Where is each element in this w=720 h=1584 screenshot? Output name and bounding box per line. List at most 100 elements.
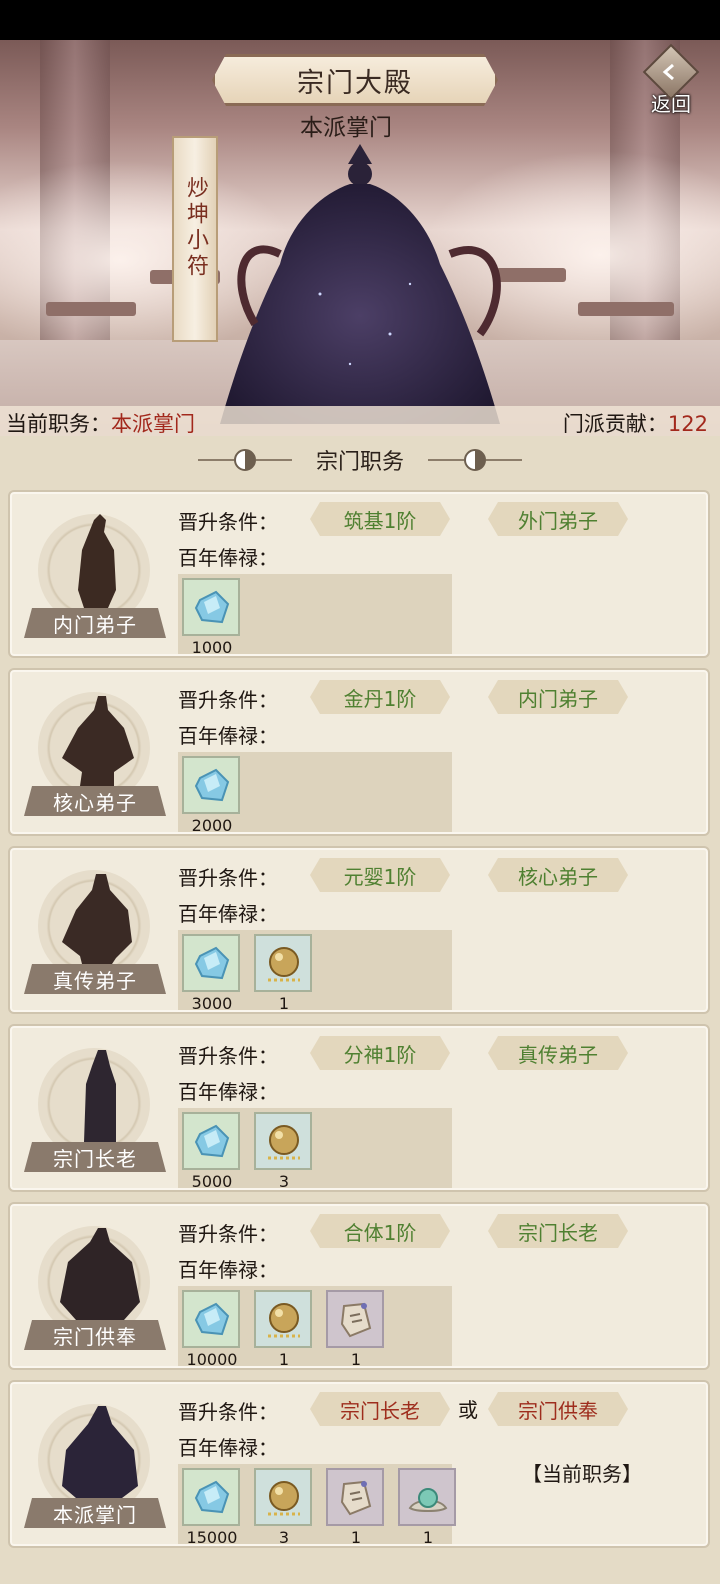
reward-item[interactable] xyxy=(326,1290,384,1348)
current-rank-value: 本派掌门 xyxy=(111,412,195,436)
rank-card: 真传弟子 晋升条件： 百年俸禄： 元婴1阶 核心弟子 3000 1 xyxy=(8,846,710,1014)
rank-nameplate: 本派掌门 xyxy=(24,1498,166,1528)
reward-quantity: 1 xyxy=(278,994,290,1013)
reward-quantity: 3 xyxy=(278,1172,290,1191)
rank-name: 核心弟子 xyxy=(53,790,137,815)
reward-quantity: 15000 xyxy=(186,1528,238,1547)
reward-item[interactable] xyxy=(182,1112,240,1170)
reward-item[interactable] xyxy=(254,1290,312,1348)
rank-card: 内门弟子 晋升条件： 百年俸禄： 筑基1阶 外门弟子 1000 xyxy=(8,490,710,658)
reward-quantity: 10000 xyxy=(186,1350,238,1369)
requirement-realm: 元婴1阶 xyxy=(310,858,450,892)
rank-card: 本派掌门 晋升条件： 百年俸禄： 宗门长老或宗门供奉 15000 3 1 1 【当前职务】 xyxy=(8,1380,710,1548)
promote-label: 晋升条件： xyxy=(178,1400,278,1424)
info-bar: 当前职务：本派掌门 门派贡献：122 xyxy=(0,406,720,436)
rank-nameplate: 真传弟子 xyxy=(24,964,166,994)
player-name: 炒坤小符 xyxy=(183,176,208,280)
requirement-realm: 分神1阶 xyxy=(310,1036,450,1070)
hall-title: 宗门大殿 xyxy=(297,67,413,99)
rank-name: 本派掌门 xyxy=(53,1502,137,1527)
rank-name: 宗门长老 xyxy=(53,1146,137,1171)
requirement-rank: 宗门供奉 xyxy=(488,1392,628,1426)
salary-label: 百年俸禄： xyxy=(178,724,278,748)
player-name-scroll: 炒坤小符 xyxy=(172,136,218,342)
yin-yang-icon xyxy=(233,449,256,471)
reward-item[interactable] xyxy=(254,1112,312,1170)
salary-rewards: 10000 1 1 xyxy=(178,1286,452,1369)
promote-label: 晋升条件： xyxy=(178,510,278,534)
requirement-realm: 合体1阶 xyxy=(310,1214,450,1248)
rank-nameplate: 宗门长老 xyxy=(24,1142,166,1172)
reward-item[interactable] xyxy=(182,934,240,992)
yin-yang-icon xyxy=(464,449,486,471)
section-header: 宗门职务 xyxy=(0,440,720,480)
reward-item[interactable] xyxy=(182,1290,240,1348)
rank-card: 核心弟子 晋升条件： 百年俸禄： 金丹1阶 内门弟子 2000 xyxy=(8,668,710,836)
status-bar xyxy=(0,0,720,40)
bench xyxy=(578,302,674,316)
reward-item[interactable] xyxy=(254,1468,312,1526)
hall-title-banner: 宗门大殿 xyxy=(212,54,498,106)
rank-silhouette-icon xyxy=(62,1406,138,1498)
section-title: 宗门职务 xyxy=(315,450,404,475)
reward-quantity: 2000 xyxy=(191,816,233,835)
salary-rewards: 5000 3 xyxy=(178,1108,452,1191)
rank-figure: 真传弟子 xyxy=(24,864,164,1004)
requirement-realm: 筑基1阶 xyxy=(310,502,450,536)
requirement-rank: 核心弟子 xyxy=(488,858,628,892)
sect-contribution-value: 122 xyxy=(667,412,708,436)
current-rank: 当前职务：本派掌门 xyxy=(6,412,195,436)
or-label: 或 xyxy=(458,1398,478,1422)
salary-rewards: 2000 xyxy=(178,752,452,835)
reward-quantity: 5000 xyxy=(191,1172,233,1191)
requirement-rank: 宗门长老 xyxy=(488,1214,628,1248)
sect-contribution: 门派贡献：122 xyxy=(562,412,708,436)
reward-item[interactable] xyxy=(182,756,240,814)
sect-hall-scene: 宗门大殿 本派掌门 炒坤小符 返回 当前职务：本派掌门 门派贡献：122 xyxy=(0,40,720,436)
salary-label: 百年俸禄： xyxy=(178,902,278,926)
bench xyxy=(46,302,136,316)
rank-figure: 宗门供奉 xyxy=(24,1220,164,1360)
reward-quantity: 1000 xyxy=(191,638,233,657)
rank-nameplate: 宗门供奉 xyxy=(24,1320,166,1350)
rank-silhouette-icon xyxy=(84,1050,116,1142)
salary-rewards: 15000 3 1 1 xyxy=(178,1464,456,1547)
reward-item[interactable] xyxy=(182,578,240,636)
reward-quantity: 1 xyxy=(422,1528,434,1547)
reward-item[interactable] xyxy=(326,1468,384,1526)
rank-figure: 宗门长老 xyxy=(24,1042,164,1182)
rank-card: 宗门长老 晋升条件： 百年俸禄： 分神1阶 真传弟子 5000 3 xyxy=(8,1024,710,1192)
rank-silhouette-icon xyxy=(62,696,134,786)
requirement-realm: 宗门长老 xyxy=(310,1392,450,1426)
sect-leader-silhouette xyxy=(220,144,501,424)
rank-list-panel: 宗门职务 内门弟子 晋升条件： 百年俸禄： 筑基1阶 外门弟子 1000 核心弟子 晋升条件：… xyxy=(0,436,720,1584)
salary-label: 百年俸禄： xyxy=(178,546,278,570)
rank-silhouette-icon xyxy=(62,874,132,964)
rank-figure: 内门弟子 xyxy=(24,508,164,648)
reward-item[interactable] xyxy=(254,934,312,992)
rank-card: 宗门供奉 晋升条件： 百年俸禄： 合体1阶 宗门长老 10000 1 1 xyxy=(8,1202,710,1370)
promote-label: 晋升条件： xyxy=(178,688,278,712)
requirement-rank: 内门弟子 xyxy=(488,680,628,714)
reward-quantity: 1 xyxy=(278,1350,290,1369)
current-rank-marker: 【当前职务】 xyxy=(522,1462,642,1486)
salary-label: 百年俸禄： xyxy=(178,1436,278,1460)
promote-label: 晋升条件： xyxy=(178,866,278,890)
rank-silhouette-icon xyxy=(60,1228,140,1320)
reward-item[interactable] xyxy=(398,1468,456,1526)
reward-item[interactable] xyxy=(182,1468,240,1526)
salary-rewards: 3000 1 xyxy=(178,930,452,1013)
salary-rewards: 1000 xyxy=(178,574,452,657)
salary-label: 百年俸禄： xyxy=(178,1258,278,1282)
reward-quantity: 1 xyxy=(350,1528,362,1547)
requirement-rank: 真传弟子 xyxy=(488,1036,628,1070)
promote-label: 晋升条件： xyxy=(178,1044,278,1068)
requirement-rank: 外门弟子 xyxy=(488,502,628,536)
reward-quantity: 3000 xyxy=(191,994,233,1013)
rank-name: 宗门供奉 xyxy=(53,1324,137,1349)
rank-nameplate: 核心弟子 xyxy=(24,786,166,816)
reward-quantity: 1 xyxy=(350,1350,362,1369)
promote-label: 晋升条件： xyxy=(178,1222,278,1246)
rank-figure: 本派掌门 xyxy=(24,1398,164,1538)
back-button[interactable]: 返回 xyxy=(640,43,702,118)
